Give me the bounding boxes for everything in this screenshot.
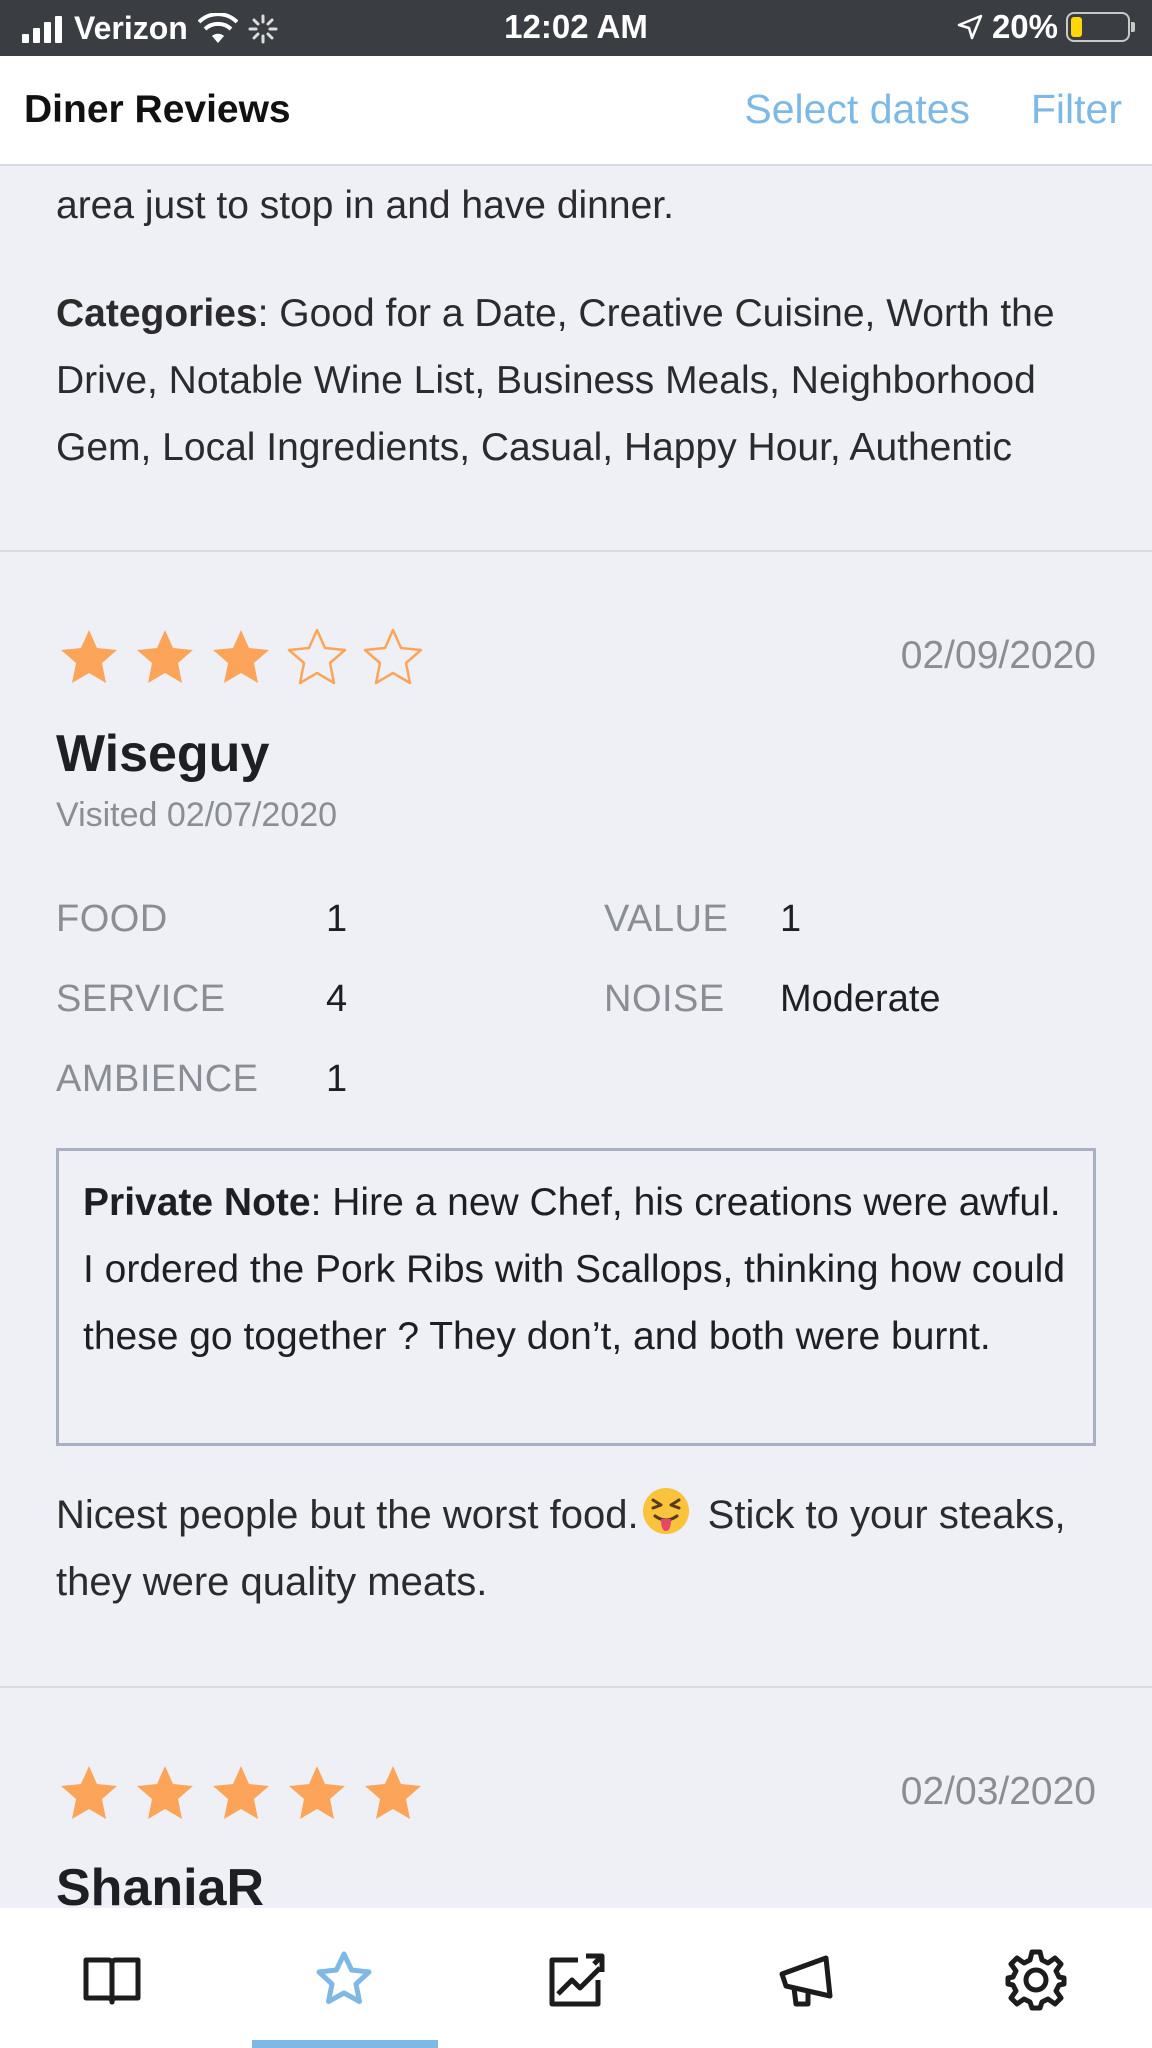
star-filled-icon bbox=[61, 630, 117, 683]
star-rating bbox=[56, 626, 426, 692]
star-filled-icon bbox=[213, 630, 269, 683]
value-label: VALUE bbox=[604, 898, 729, 940]
status-bar: Verizon 12:02 AM 20% bbox=[0, 0, 1152, 56]
book-icon[interactable] bbox=[80, 1948, 144, 2012]
categories-label: Categories bbox=[56, 292, 258, 335]
star-icon[interactable] bbox=[312, 1948, 376, 2012]
star-filled-icon bbox=[137, 630, 193, 683]
noise-label: NOISE bbox=[604, 978, 725, 1020]
star-rating bbox=[56, 1762, 426, 1828]
food-value: 1 bbox=[326, 898, 348, 940]
star-filled-icon bbox=[61, 1766, 117, 1819]
ambience-label: AMBIENCE bbox=[56, 1058, 259, 1100]
select-dates-button[interactable]: Select dates bbox=[744, 86, 970, 133]
page-title: Diner Reviews bbox=[24, 88, 291, 131]
food-label: FOOD bbox=[56, 898, 168, 940]
location-arrow-icon bbox=[957, 14, 983, 40]
trending-icon[interactable] bbox=[544, 1948, 608, 2012]
battery-level bbox=[1071, 17, 1082, 37]
comment-text-start: Nicest people but the worst food. bbox=[56, 1493, 639, 1537]
divider bbox=[0, 550, 1152, 552]
value-value: 1 bbox=[780, 898, 802, 940]
review-text-tail: area just to stop in and have dinner. bbox=[56, 184, 674, 227]
battery-icon bbox=[1066, 12, 1135, 42]
ambience-value: 1 bbox=[326, 1058, 348, 1100]
reviews-list[interactable]: area just to stop in and have dinner. Ca… bbox=[0, 168, 1152, 1908]
review-date: 02/09/2020 bbox=[900, 634, 1096, 677]
service-label: SERVICE bbox=[56, 978, 226, 1020]
service-value: 4 bbox=[326, 978, 348, 1020]
reviewer-name: ShaniaR bbox=[56, 1859, 265, 1908]
battery-percent: 20% bbox=[991, 8, 1058, 45]
visited-date: Visited 02/07/2020 bbox=[56, 796, 338, 834]
active-tab-indicator bbox=[252, 2040, 438, 2048]
star-filled-icon bbox=[365, 1766, 421, 1819]
star-filled-icon bbox=[137, 1766, 193, 1819]
tongue-out-emoji-icon bbox=[642, 1488, 689, 1534]
categories: Categories: Good for a Date, Creative Cu… bbox=[56, 280, 1096, 481]
gear-icon[interactable] bbox=[1004, 1948, 1068, 2012]
divider bbox=[0, 1686, 1152, 1688]
private-note-label: Private Note bbox=[83, 1181, 311, 1224]
previous-review-text: area just to stop in and have dinner. bbox=[56, 172, 1096, 239]
star-empty-icon bbox=[363, 628, 423, 685]
review-date: 02/03/2020 bbox=[900, 1770, 1096, 1813]
filter-button[interactable]: Filter bbox=[1031, 86, 1122, 133]
star-empty-icon bbox=[287, 628, 347, 685]
private-note: Private Note: Hire a new Chef, his creat… bbox=[56, 1148, 1096, 1446]
tab-bar bbox=[0, 1908, 1152, 2048]
nav-bar: Diner Reviews Select dates Filter bbox=[0, 56, 1152, 166]
megaphone-icon[interactable] bbox=[776, 1948, 840, 2012]
star-filled-icon bbox=[289, 1766, 345, 1819]
review-comment: Nicest people but the worst food. Stick … bbox=[56, 1482, 1096, 1616]
reviewer-name: Wiseguy bbox=[56, 725, 270, 783]
star-filled-icon bbox=[213, 1766, 269, 1819]
noise-value: Moderate bbox=[780, 978, 941, 1020]
